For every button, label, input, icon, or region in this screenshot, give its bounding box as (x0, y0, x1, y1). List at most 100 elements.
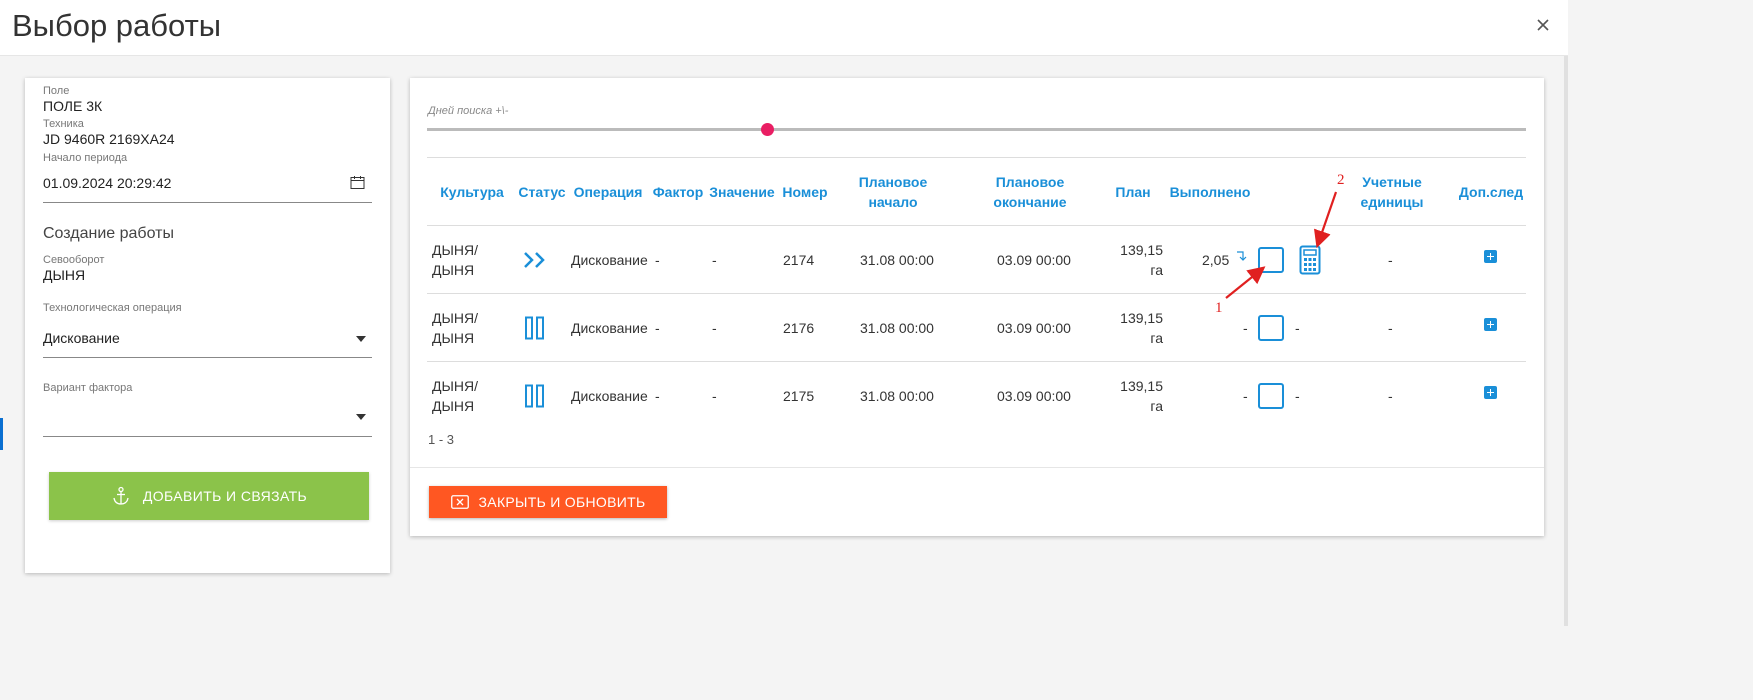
divider (410, 467, 1544, 468)
number-cell: 2176 (783, 320, 815, 336)
done-checkbox[interactable] (1258, 383, 1284, 409)
done-cell: - (1243, 320, 1248, 336)
search-days-slider[interactable] (427, 128, 1526, 131)
add-and-link-label: ДОБАВИТЬ И СВЯЗАТЬ (142, 488, 308, 504)
units-cell: - (1388, 388, 1393, 404)
column-header-operation: Операция (573, 184, 643, 200)
planned-start-cell: 31.08 00:00 (860, 388, 934, 404)
close-and-refresh-button[interactable]: ЗАКРЫТЬ И ОБНОВИТЬ (429, 486, 667, 518)
divider (427, 293, 1526, 294)
add-extra-icon[interactable] (1484, 386, 1497, 399)
crop-cell: ДЫНЯ/ ДЫНЯ (432, 376, 478, 416)
operation-cell: Дискование (571, 320, 648, 336)
plan-cell: 139,15 га (1110, 376, 1163, 416)
field-label: Поле (43, 85, 70, 97)
calculator-icon[interactable] (1299, 245, 1321, 275)
operation-cell: Дискование (571, 252, 648, 268)
forward-icon (524, 252, 545, 268)
pause-icon (525, 316, 544, 340)
column-header-factor: Фактор (652, 184, 704, 200)
factor-variant-underline (43, 436, 372, 437)
scrollbar[interactable] (1564, 56, 1568, 626)
plan-value: 139,15 (1120, 378, 1163, 394)
done-extra-cell: - (1295, 388, 1300, 404)
column-header-planned-end-line1: Плановое (995, 174, 1065, 190)
crop-line2: ДЫНЯ (432, 398, 475, 414)
done-cell: 2,05 (1202, 252, 1230, 268)
field-value: ПОЛЕ 3К (43, 98, 103, 114)
units-cell: - (1388, 252, 1393, 268)
add-extra-icon[interactable] (1484, 318, 1497, 331)
chevron-down-icon[interactable] (356, 336, 366, 342)
column-header-planned-start-line2: начало (868, 194, 918, 210)
machine-label: Техника (43, 118, 84, 130)
calendar-icon[interactable] (350, 175, 365, 190)
planned-start-cell: 31.08 00:00 (860, 320, 934, 336)
planned-start-cell: 31.08 00:00 (860, 252, 934, 268)
done-checkbox[interactable] (1258, 247, 1284, 273)
crop-line2: ДЫНЯ (432, 330, 475, 346)
crop-rotation-value: ДЫНЯ (43, 267, 86, 283)
plan-unit: га (1150, 398, 1163, 414)
crop-cell: ДЫНЯ/ ДЫНЯ (432, 240, 478, 280)
period-start-underline (43, 202, 372, 203)
column-header-done: Выполнено (1169, 184, 1251, 200)
search-days-label: Дней поиска +\- (428, 105, 509, 117)
crop-cell: ДЫНЯ/ ДЫНЯ (432, 308, 478, 348)
column-header-plan: План (1115, 184, 1151, 200)
plan-value: 139,15 (1120, 242, 1163, 258)
planned-end-cell: 03.09 00:00 (997, 252, 1071, 268)
period-start-input[interactable]: 01.09.2024 20:29:42 (43, 175, 171, 191)
column-header-planned-start-line1: Плановое (858, 174, 928, 190)
done-cell: - (1243, 388, 1248, 404)
column-header-status: Статус (518, 184, 566, 200)
crop-rotation-label: Севооборот (43, 254, 105, 266)
tech-operation-underline (43, 357, 372, 358)
create-work-panel: Поле ПОЛЕ 3К Техника JD 9460R 2169ХА24 Н… (25, 78, 390, 573)
crop-line1: ДЫНЯ/ (432, 378, 478, 394)
column-header-number: Номер (782, 184, 828, 200)
done-checkbox[interactable] (1258, 315, 1284, 341)
close-button[interactable] (1532, 14, 1554, 36)
create-work-title: Создание работы (43, 225, 174, 242)
close-and-refresh-label: ЗАКРЫТЬ И ОБНОВИТЬ (478, 494, 646, 510)
pagination-range: 1 - 3 (428, 432, 455, 447)
divider (427, 225, 1526, 226)
add-extra-icon[interactable] (1484, 250, 1497, 263)
modal-header: Выбор работы (0, 0, 1568, 56)
search-days-slider-thumb[interactable] (761, 123, 775, 136)
column-header-units: Учетные единицы (1350, 172, 1434, 212)
anchor-icon (113, 486, 129, 505)
annotation-label-1: 1 (1215, 300, 1223, 316)
plan-cell: 139,15 га (1110, 308, 1163, 348)
close-box-icon (450, 495, 469, 509)
factor-cell: - (655, 388, 660, 404)
add-and-link-button[interactable]: ДОБАВИТЬ И СВЯЗАТЬ (49, 472, 369, 520)
column-header-planned-start: Плановое начало (850, 172, 936, 212)
factor-cell: - (655, 252, 660, 268)
number-cell: 2174 (783, 252, 815, 268)
plan-value: 139,15 (1120, 310, 1163, 326)
column-header-crop: Культура (440, 184, 504, 200)
plan-unit: га (1150, 330, 1163, 346)
column-header-units-line1: Учетные (1362, 174, 1422, 190)
operation-cell: Дискование (571, 388, 648, 404)
column-header-extra: Доп.след (1458, 184, 1524, 200)
number-cell: 2175 (783, 388, 815, 404)
crop-line1: ДЫНЯ/ (432, 242, 478, 258)
planned-end-cell: 03.09 00:00 (997, 388, 1071, 404)
modal-title: Выбор работы (12, 8, 222, 43)
factor-cell: - (655, 320, 660, 336)
crop-line1: ДЫНЯ/ (432, 310, 478, 326)
tech-operation-label: Технологическая операция (43, 302, 182, 314)
machine-value: JD 9460R 2169ХА24 (43, 131, 175, 147)
pause-icon (525, 384, 544, 408)
chevron-down-icon[interactable] (356, 414, 366, 420)
column-header-planned-end-line2: окончание (993, 194, 1067, 210)
tech-operation-select[interactable]: Дискование (43, 330, 120, 346)
column-header-value: Значение (709, 184, 775, 200)
value-cell: - (712, 252, 717, 268)
period-start-label: Начало периода (43, 152, 128, 164)
value-cell: - (712, 320, 717, 336)
column-header-units-line2: единицы (1360, 194, 1424, 210)
